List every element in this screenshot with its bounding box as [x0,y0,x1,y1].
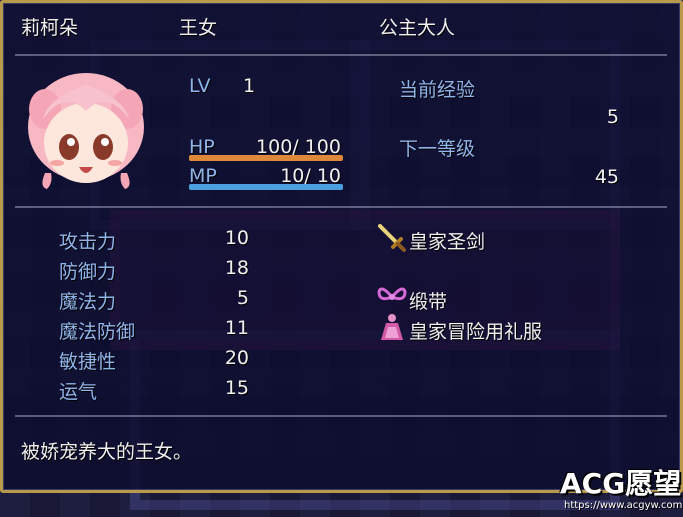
param-label-magic: 魔法力 [59,291,117,313]
param-label-defense: 防御力 [59,261,117,283]
watermark-url: https://www.acgyw.com [564,500,683,511]
equip-slot-weapon[interactable]: 皇家圣剑 [409,227,485,254]
param-label-agility: 敏捷性 [59,351,117,373]
equip-slot-accessory[interactable]: 缎带 [409,287,447,314]
level-value: 1 [243,75,256,97]
param-value-attack: 10 [224,227,249,249]
actor-description: 被娇宠养大的王女。 [21,441,193,463]
next-level-label: 下一等级 [399,138,476,160]
param-label-luck: 运气 [59,381,98,403]
mp-gauge [189,184,343,190]
param-value-magic-defense: 11 [224,317,249,339]
actor-name: 莉柯朵 [21,17,79,39]
actor-face-portrait [28,73,144,189]
separator [15,415,667,417]
separator [15,206,667,208]
actor-class: 王女 [179,17,218,39]
ribbon-icon [377,287,407,301]
equip-slot-armor[interactable]: 皇家冒险用礼服 [409,317,542,344]
actor-nickname: 公主大人 [379,17,456,39]
watermark-logo-text: ACG愿望 [560,467,682,500]
dress-icon [381,314,403,340]
next-level-value: 45 [594,166,619,188]
sword-icon [378,224,406,252]
param-value-magic: 5 [236,287,249,309]
param-value-agility: 20 [224,347,249,369]
param-label-attack: 攻击力 [59,231,117,253]
param-value-defense: 18 [224,257,249,279]
separator [15,54,667,56]
current-exp-value: 5 [606,106,619,128]
site-watermark: ACG愿望 https://www.acgyw.com [560,462,683,514]
current-exp-label: 当前经验 [399,79,476,101]
param-value-luck: 15 [224,377,249,399]
level-label: LV [189,75,211,97]
status-window: 莉柯朵 王女 公主大人 LV 1 HP 100/ 100 MP 10/ 10 当… [0,0,683,493]
game-screen: 莉柯朵 王女 公主大人 LV 1 HP 100/ 100 MP 10/ 10 当… [0,0,683,517]
hp-gauge [189,155,343,161]
param-label-magic-defense: 魔法防御 [59,321,136,343]
